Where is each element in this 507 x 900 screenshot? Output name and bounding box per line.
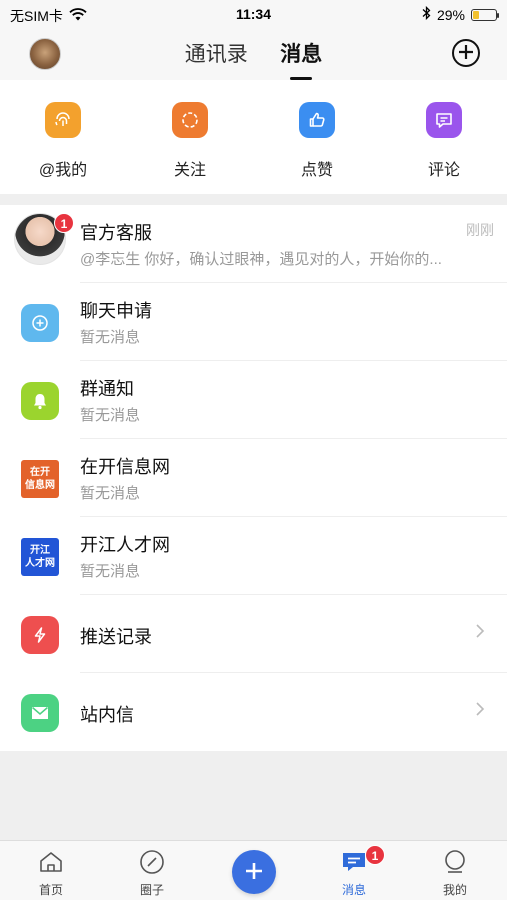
item-title: 站内信: [80, 705, 134, 725]
quick-follow-label: 关注: [173, 162, 206, 179]
list-item-customer-service[interactable]: 1 官方客服 @李忘生 你好，确认过眼神，遇见对的人，开始你的... 刚刚: [0, 205, 507, 283]
logo-text: 在开: [30, 467, 50, 478]
bell-icon: [21, 382, 59, 420]
comment-icon: [426, 102, 462, 138]
quick-mentions[interactable]: @我的: [23, 102, 103, 180]
compass-icon: [122, 849, 182, 875]
loading-ring-icon: [172, 102, 208, 138]
tab-contacts[interactable]: 通讯录: [185, 38, 248, 68]
logo-text: 开江: [30, 545, 50, 556]
item-preview: 暂无消息: [80, 563, 141, 580]
message-list: 1 官方客服 @李忘生 你好，确认过眼神，遇见对的人，开始你的... 刚刚 聊天…: [0, 205, 507, 751]
home-icon: [21, 849, 81, 875]
tab-label: 圈子: [139, 883, 164, 897]
list-item-zaikai[interactable]: 在开 信息网 在开信息网 暂无消息: [0, 439, 507, 517]
logo-text: 人才网: [25, 558, 55, 569]
kaijiang-logo: 开江 人才网: [21, 538, 59, 576]
logo-text: 信息网: [25, 480, 55, 491]
tab-messages[interactable]: 消息: [280, 38, 322, 68]
tab-label: 我的: [442, 883, 467, 897]
item-title: 开江人才网: [80, 535, 170, 555]
tab-messages-bottom[interactable]: 1 消息: [324, 845, 385, 898]
battery-percent: 29%: [436, 6, 465, 23]
quick-follow[interactable]: 关注: [150, 102, 230, 180]
tab-circle[interactable]: 圈子: [122, 849, 182, 898]
list-item-inbox[interactable]: 站内信: [0, 673, 507, 751]
status-bar: 无SIM卡 11:34 29%: [0, 0, 507, 28]
item-preview: 暂无消息: [80, 407, 141, 424]
add-button[interactable]: [452, 39, 480, 67]
tab-home[interactable]: 首页: [21, 849, 81, 898]
unread-badge: 1: [54, 213, 74, 233]
quick-mentions-label: @我的: [38, 162, 88, 179]
tab-label: 首页: [38, 883, 63, 897]
item-title: 在开信息网: [80, 457, 170, 477]
thumbs-up-icon: [299, 102, 335, 138]
fingerprint-icon: [45, 102, 81, 138]
quick-actions: @我的 关注 点赞 评论: [0, 80, 507, 194]
quick-comments[interactable]: 评论: [404, 102, 484, 180]
bluetooth-icon: [422, 5, 431, 23]
plus-icon: [244, 857, 264, 887]
chevron-right-icon: [475, 622, 485, 645]
create-post-button[interactable]: [232, 850, 276, 894]
item-title: 推送记录: [80, 627, 152, 647]
item-preview: 暂无消息: [80, 485, 141, 502]
zaikai-logo: 在开 信息网: [21, 460, 59, 498]
item-title: 聊天申请: [80, 301, 152, 321]
battery-icon: [471, 8, 499, 21]
tab-label: 消息: [341, 883, 366, 897]
list-item-kaijiang[interactable]: 开江 人才网 开江人才网 暂无消息: [0, 517, 507, 595]
tab-bar: 首页 圈子 1 消息 我的: [0, 840, 507, 900]
list-item-push-records[interactable]: 推送记录: [0, 595, 507, 673]
item-preview: 暂无消息: [80, 329, 141, 346]
item-title: 群通知: [80, 379, 134, 399]
push-bolt-icon: [21, 616, 59, 654]
item-preview: @李忘生 你好，确认过眼神，遇见对的人，开始你的...: [80, 251, 442, 268]
nav-bar: 通讯录 消息: [0, 28, 507, 80]
list-item-group-notice[interactable]: 群通知 暂无消息: [0, 361, 507, 439]
quick-likes-label: 点赞: [300, 162, 333, 179]
plus-icon: [458, 42, 474, 64]
quick-likes[interactable]: 点赞: [277, 102, 357, 180]
tab-unread-badge: 1: [365, 845, 385, 865]
chevron-right-icon: [475, 700, 485, 723]
battery-level: [473, 10, 480, 19]
profile-icon: [425, 849, 485, 875]
envelope-icon: [21, 694, 59, 732]
item-time: 刚刚: [466, 222, 494, 238]
quick-comments-label: 评论: [427, 162, 460, 179]
add-chat-icon: [21, 304, 59, 342]
item-title: 官方客服: [80, 223, 152, 243]
tab-profile[interactable]: 我的: [425, 849, 485, 898]
list-item-chat-request[interactable]: 聊天申请 暂无消息: [0, 283, 507, 361]
